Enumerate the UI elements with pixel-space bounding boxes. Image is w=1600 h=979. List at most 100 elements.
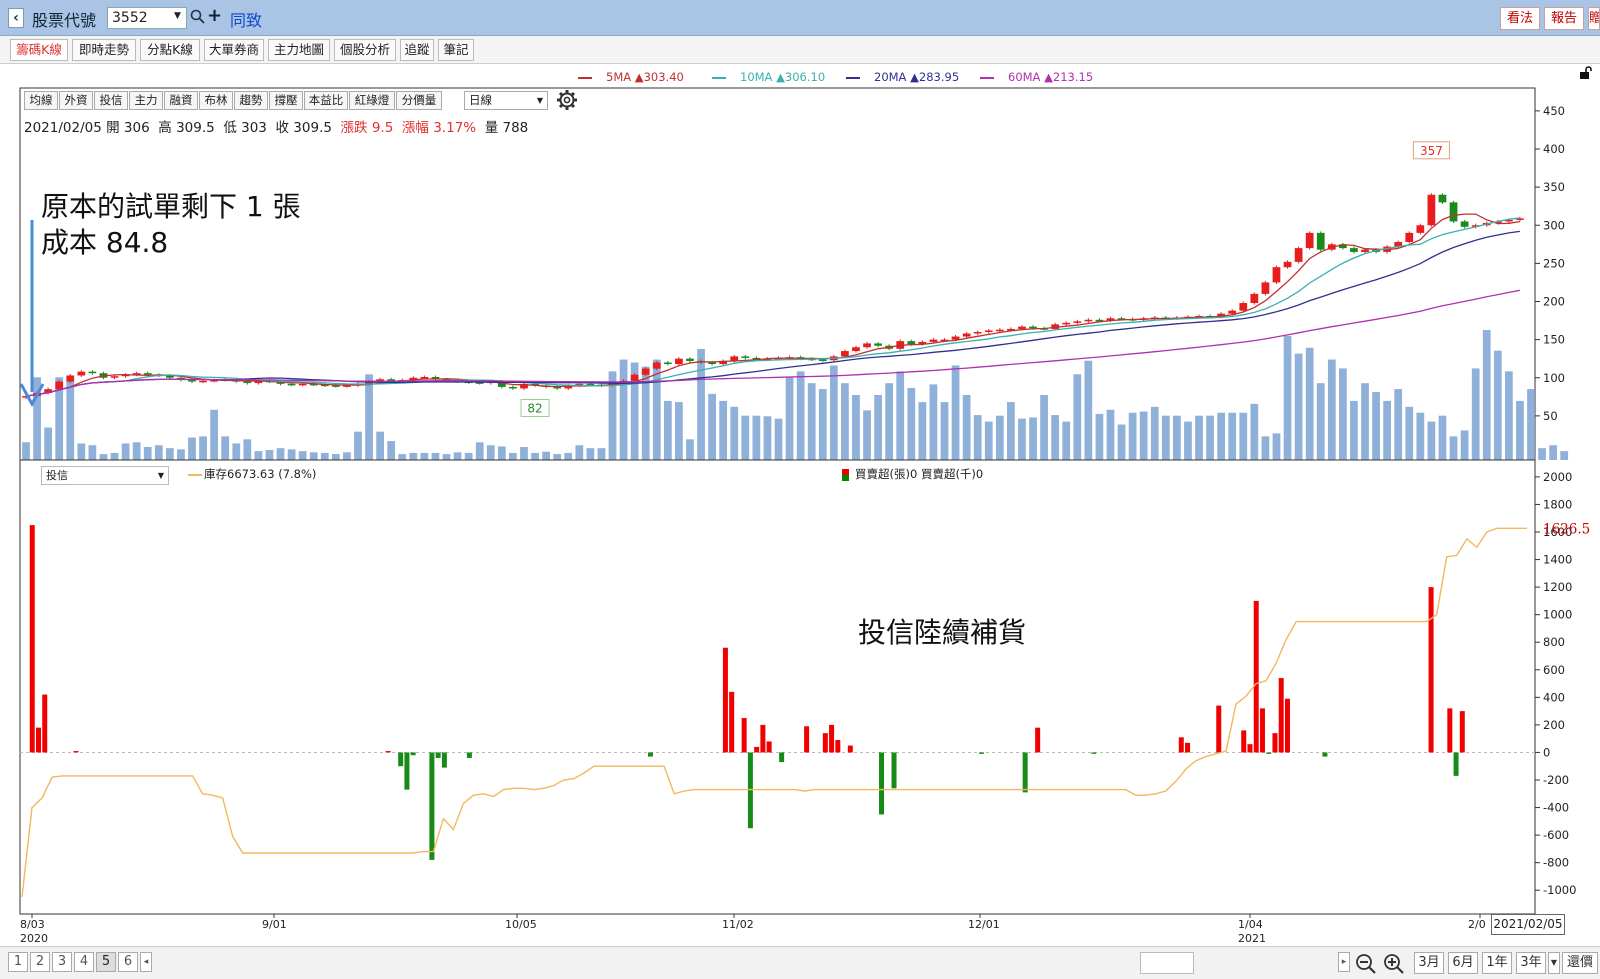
volume-bar [907,387,916,460]
volume-bar [110,452,119,460]
date-readout: 2021/02/05 [1491,914,1565,935]
candle-body [1361,249,1369,252]
candle-body [641,368,650,375]
net-buy-bar [760,724,766,753]
page-button-active[interactable]: 5 [96,952,116,972]
volume-bar [453,452,462,460]
volume-bar [287,449,296,460]
scroll-left-icon[interactable]: ◂ [140,952,152,972]
page-button[interactable]: 1 [8,952,28,972]
annotation-trial-order: 原本的試單剩下 1 張 成本 84.8 [41,189,301,261]
gear-icon[interactable] [556,89,578,111]
range-1y-button[interactable]: 1年 [1482,952,1512,974]
zoom-in-icon[interactable] [1382,952,1406,974]
x-tick-label: 2/0 [1468,918,1486,931]
volume-bar [697,348,705,460]
net-buy-bar [829,724,835,753]
toolbar-btn-7[interactable]: 撐壓 [269,91,303,110]
toolbar-btn-8[interactable]: 本益比 [304,91,348,110]
x-tick-label: 10/05 [505,918,537,931]
toolbar-btn-6[interactable]: 趨勢 [234,91,268,110]
net-buy-bar [441,752,447,768]
toolbar-btn-2[interactable]: 投信 [94,91,128,110]
volume-bar [719,400,728,460]
candle-body [1250,293,1259,304]
net-buy-bar [1266,752,1272,754]
y-tick-label: 1000 [1543,608,1572,622]
toolbar-btn-0[interactable]: 均線 [24,91,58,110]
range-3m-button[interactable]: 3月 [1414,952,1444,974]
candle-body [995,329,1004,332]
inventory-legend: 庫存6673.63 (7.8%) [188,466,316,482]
candle-body [962,333,971,337]
volume-bar [1040,395,1048,460]
candle-body [1062,322,1071,325]
volume-bar [575,445,584,460]
y-tick-label: 450 [1543,104,1565,118]
toolbar-btn-10[interactable]: 分價量 [396,91,442,110]
candle-body [1283,261,1292,268]
page-button[interactable]: 4 [74,952,94,972]
volume-bar [177,449,185,460]
net-buy-bar [385,751,391,753]
indicator-select[interactable]: 投信 ▼ [41,466,169,485]
low-label: 82 [527,401,542,415]
y-tick-label: 150 [1543,333,1565,347]
net-buy-bar [1272,733,1278,753]
volume-bar [1549,445,1558,460]
volume-bar [1206,415,1214,460]
range-more-icon[interactable]: ▼ [1548,952,1560,974]
net-buy-bar [35,727,41,753]
toolbar-btn-5[interactable]: 布林 [199,91,233,110]
toolbar-btn-9[interactable]: 紅綠燈 [349,91,395,110]
range-3y-button[interactable]: 3年 [1516,952,1546,974]
volume-bar [597,448,606,460]
price-adjust-button[interactable]: 還價 [1562,952,1598,974]
net-buy-bar [891,752,897,789]
net-buy-bar [779,752,785,763]
page-button[interactable]: 3 [52,952,72,972]
indicator-panel-frame [19,459,1536,915]
volume-bar [752,415,761,460]
net-buy-bar [747,752,753,829]
page-button[interactable]: 2 [30,952,50,972]
y-tick-label: 400 [1543,142,1565,156]
net-buy-bar [822,733,828,753]
x-tick-label: 1/04 [1238,918,1263,931]
net-buy-bar [847,745,853,753]
toolbar-btn-4[interactable]: 融資 [164,91,198,110]
volume-bar [354,431,362,460]
volume-bar [1018,418,1026,460]
net-buy-bar [1247,744,1253,753]
y-tick-label: -600 [1543,828,1569,842]
scroll-right-icon[interactable]: ▸ [1338,952,1350,972]
volume-bar [1460,430,1469,460]
volume-bar [785,377,794,460]
zoom-out-icon[interactable] [1354,952,1378,974]
volume-bar [365,374,373,460]
volume-bar [376,431,384,460]
page-button[interactable]: 6 [118,952,138,972]
volume-bar [298,451,307,460]
volume-bar [741,415,750,460]
net-buy-bar [29,525,35,753]
volume-bar [165,448,174,460]
candle-body [1018,326,1026,329]
toolbar-btn-3[interactable]: 主力 [129,91,163,110]
period-select[interactable]: 日線 ▼ [464,91,548,110]
net-buy-bar [729,691,735,753]
candle-body [298,383,307,386]
net-buy-bar [73,751,79,753]
net-buy-bar [722,647,728,753]
info-volume-label: 量 [484,120,499,136]
y-tick-label: 1400 [1543,553,1572,567]
net-buy-bar [1216,705,1222,753]
volume-bar [132,442,141,460]
x-tick-label: 12/01 [968,918,1000,931]
toolbar-btn-1[interactable]: 外資 [59,91,93,110]
volume-bar [1073,374,1082,460]
net-buy-bar [1259,708,1265,753]
scroll-thumb[interactable] [1140,952,1194,974]
volume-bar [276,448,285,460]
range-6m-button[interactable]: 6月 [1448,952,1478,974]
